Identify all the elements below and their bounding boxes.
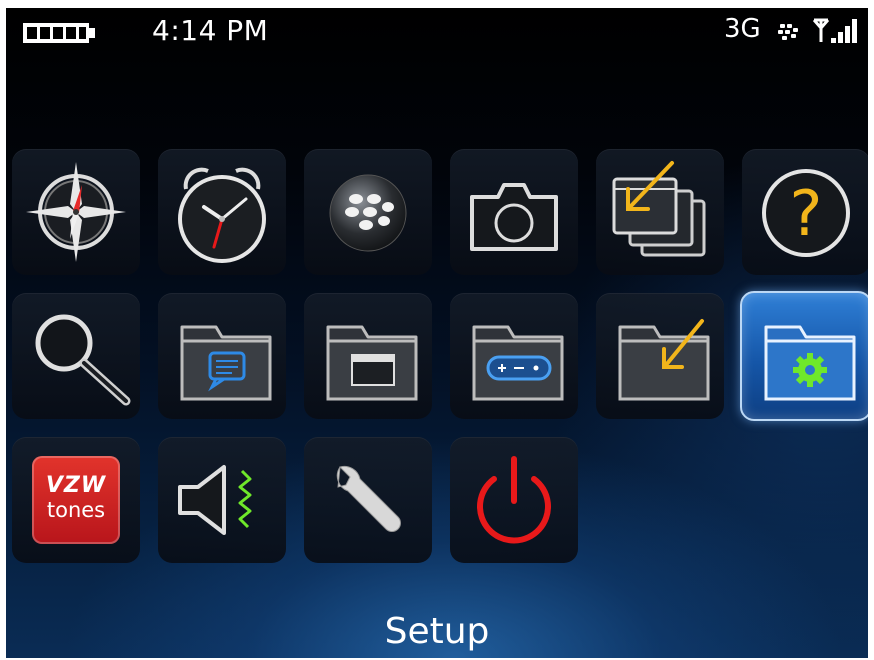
folder-window-icon bbox=[326, 325, 418, 401]
app-power[interactable] bbox=[450, 437, 578, 563]
clock-time: 4:14 PM bbox=[152, 14, 269, 47]
selected-app-label: Setup bbox=[384, 611, 490, 652]
app-downloads-windows[interactable] bbox=[596, 149, 724, 275]
vzw-tones-icon: VZW tones bbox=[32, 456, 120, 544]
alarm-clock-icon bbox=[178, 167, 266, 263]
homescreen: 4:14 PM 3G ? VZW tones Setup bbox=[6, 8, 868, 658]
app-downloads-folder[interactable] bbox=[596, 293, 724, 419]
app-compass[interactable] bbox=[12, 149, 140, 275]
blackberry-network-icon bbox=[778, 24, 798, 40]
camera-icon bbox=[470, 183, 558, 251]
download-windows-icon bbox=[612, 161, 706, 257]
svg-text:?: ? bbox=[790, 177, 823, 250]
speaker-vibrate-icon bbox=[178, 465, 252, 535]
question-mark-icon: ? bbox=[762, 169, 850, 257]
compass-icon bbox=[26, 162, 126, 262]
app-vzw-tones[interactable]: VZW tones bbox=[12, 437, 140, 563]
power-icon bbox=[477, 456, 551, 544]
app-camera[interactable] bbox=[450, 149, 578, 275]
app-settings[interactable] bbox=[304, 437, 432, 563]
app-messages-folder[interactable] bbox=[158, 293, 286, 419]
blackberry-logo-icon bbox=[329, 174, 407, 252]
app-help[interactable]: ? bbox=[742, 149, 868, 275]
app-games-folder[interactable] bbox=[450, 293, 578, 419]
signal-strength-icon bbox=[812, 18, 857, 43]
app-sound-profiles[interactable] bbox=[158, 437, 286, 563]
folder-download-icon bbox=[618, 319, 710, 401]
vzw-tones-line1: VZW bbox=[45, 473, 107, 498]
app-blackberry[interactable] bbox=[304, 149, 432, 275]
vzw-tones-line2: tones bbox=[46, 498, 106, 522]
wrench-icon bbox=[336, 465, 401, 532]
app-setup-folder[interactable] bbox=[740, 291, 868, 421]
app-clock[interactable] bbox=[158, 149, 286, 275]
app-applications-folder[interactable] bbox=[304, 293, 432, 419]
folder-message-icon bbox=[180, 325, 272, 401]
folder-gear-icon bbox=[764, 325, 856, 401]
magnifier-icon bbox=[35, 314, 131, 406]
network-type: 3G bbox=[724, 14, 761, 44]
status-bar: 4:14 PM 3G bbox=[6, 8, 868, 58]
folder-gamepad-icon bbox=[472, 325, 564, 401]
app-search[interactable] bbox=[12, 293, 140, 419]
battery-icon bbox=[23, 23, 95, 43]
